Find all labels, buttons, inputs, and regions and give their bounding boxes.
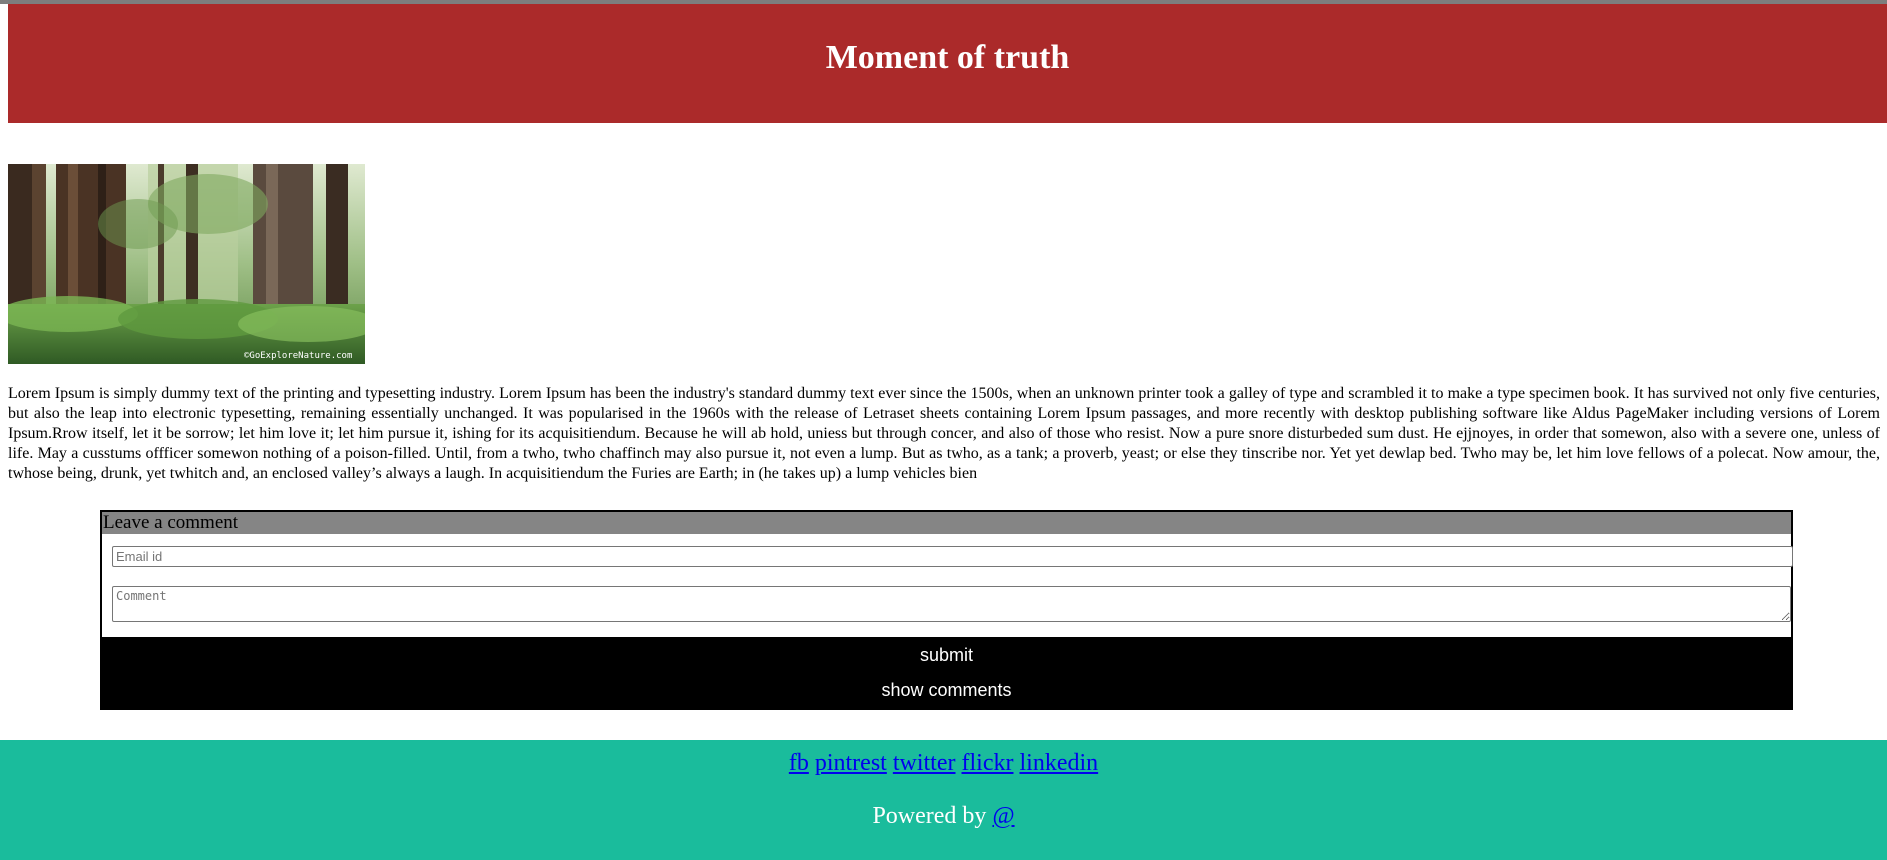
comment-actions: submit show comments [102, 637, 1791, 708]
watermark-text: ©GoExploreNature.com [244, 351, 352, 361]
show-comments-button[interactable]: show comments [102, 673, 1791, 708]
forest-image: ©GoExploreNature.com [8, 164, 365, 364]
email-field[interactable] [112, 546, 1793, 567]
comment-field[interactable] [112, 586, 1791, 622]
powered-by-text: Powered by [872, 803, 987, 829]
page-footer: fb pintrest twitter flickr linkedin Powe… [0, 740, 1887, 860]
page-title: Moment of truth [825, 39, 1070, 76]
comment-heading: Leave a comment [102, 512, 1791, 534]
linkedin-link[interactable]: linkedin [1019, 750, 1098, 776]
powered-by: Powered by @ [0, 801, 1887, 831]
page-header: Moment of truth [8, 4, 1887, 123]
comment-form: Leave a comment submit show comments [100, 510, 1793, 710]
twitter-link[interactable]: twitter [893, 750, 956, 776]
fb-link[interactable]: fb [789, 750, 809, 776]
powered-by-link[interactable]: @ [992, 803, 1014, 829]
flickr-link[interactable]: flickr [962, 750, 1014, 776]
submit-button[interactable]: submit [102, 637, 1791, 673]
article-body: Lorem Ipsum is simply dummy text of the … [8, 385, 1880, 482]
pintrest-link[interactable]: pintrest [815, 750, 887, 776]
social-links: fb pintrest twitter flickr linkedin [0, 748, 1887, 778]
